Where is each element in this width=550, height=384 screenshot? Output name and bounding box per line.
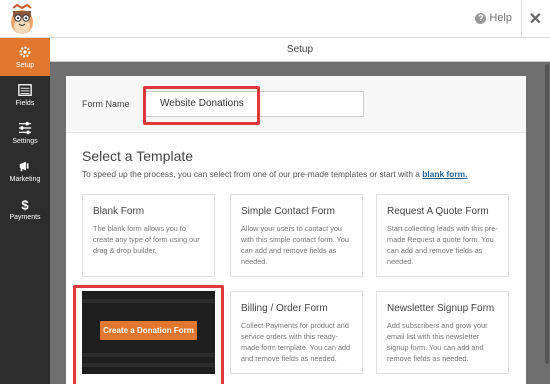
sliders-icon	[18, 121, 32, 135]
section-title: Setup	[50, 38, 550, 62]
form-name-label: Form Name	[82, 99, 130, 109]
card-description: Allow your users to contact you with thi…	[241, 224, 349, 266]
sidebar-item-setup[interactable]: Setup	[0, 38, 50, 76]
card-title: Request A Quote Form	[387, 206, 489, 217]
card-title: Billing / Order Form	[241, 303, 328, 314]
megaphone-icon	[19, 161, 29, 172]
sidebar-item-label: Setup	[15, 62, 35, 69]
template-card-simple-contact[interactable]: Simple Contact Form Allow your users to …	[230, 194, 363, 277]
help-label: Help	[489, 12, 512, 24]
sidebar-item-label: Marketing	[9, 176, 41, 183]
list-icon	[18, 84, 32, 96]
template-card-blank[interactable]: Blank Form The blank form allows you to …	[82, 194, 215, 277]
top-bar: ? Help ✕	[0, 0, 550, 38]
help-link[interactable]: ? Help	[475, 12, 512, 24]
dollar-icon: $	[21, 197, 29, 211]
gear-icon	[19, 46, 31, 58]
card-title: Simple Contact Form	[241, 206, 335, 217]
sidebar-item-marketing[interactable]: Marketing	[0, 152, 50, 190]
template-title: Select a Template	[82, 148, 194, 164]
close-icon[interactable]: ✕	[529, 9, 542, 29]
card-description: Start collecting leads with this pre-mad…	[387, 224, 498, 266]
sidebar: Setup Fields Settings Marketing $ Paymen…	[0, 38, 50, 384]
card-title: Blank Form	[93, 206, 145, 217]
sidebar-item-label: Settings	[12, 138, 38, 145]
sidebar-item-payments[interactable]: $ Payments	[0, 190, 50, 228]
card-description: Collect Payments for product and service…	[241, 321, 351, 363]
sidebar-item-settings[interactable]: Settings	[0, 114, 50, 152]
card-description: Add subscribers and grow your email list…	[387, 321, 488, 363]
sidebar-item-label: Fields	[15, 100, 35, 107]
help-icon: ?	[475, 12, 487, 24]
template-card-billing-order[interactable]: Billing / Order Form Collect Payments fo…	[230, 291, 363, 374]
donation-highlight	[73, 285, 224, 384]
card-title: Newsletter Signup Form	[387, 303, 495, 314]
template-subtitle-text: To speed up the process, you can select …	[82, 169, 420, 179]
form-name-highlight	[143, 86, 260, 125]
scrollbar[interactable]	[545, 64, 549, 364]
template-card-newsletter[interactable]: Newsletter Signup Form Add subscribers a…	[376, 291, 509, 374]
blank-form-link[interactable]: blank form.	[422, 169, 467, 179]
template-card-request-quote[interactable]: Request A Quote Form Start collecting le…	[376, 194, 509, 277]
template-subtitle: To speed up the process, you can select …	[82, 169, 467, 179]
svg-text:$: $	[21, 197, 29, 211]
sidebar-item-fields[interactable]: Fields	[0, 76, 50, 114]
wpforms-logo-icon	[6, 2, 38, 36]
divider	[521, 0, 522, 38]
sidebar-item-label: Payments	[9, 214, 41, 221]
card-description: The blank form allows you to create any …	[93, 224, 200, 255]
